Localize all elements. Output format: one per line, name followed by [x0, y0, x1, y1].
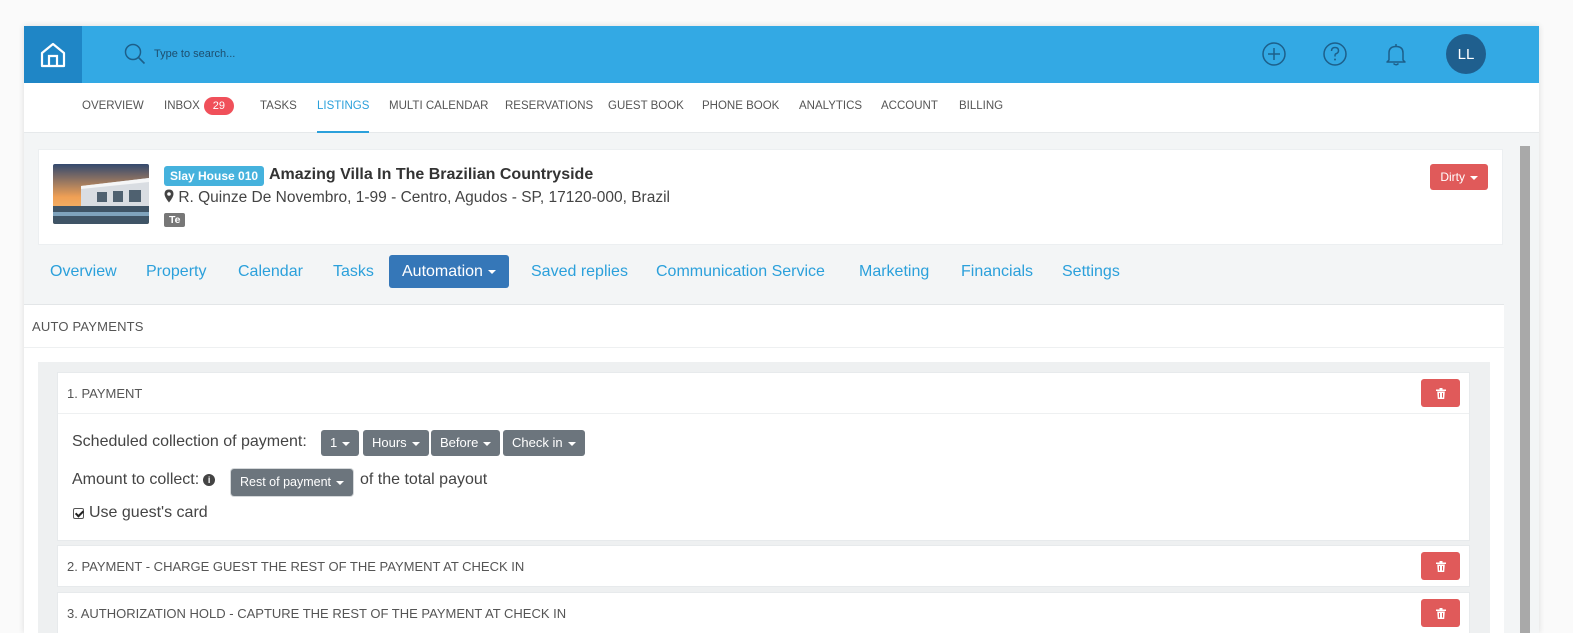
amount-value: Rest of payment — [240, 475, 332, 489]
app-window: LL OVERVIEW INBOX29 TASKS LISTINGS MULTI… — [24, 26, 1539, 633]
listing-photo — [53, 164, 149, 224]
bell-icon — [1386, 44, 1406, 66]
delete-payment-button[interactable] — [1421, 379, 1460, 407]
main-nav: OVERVIEW INBOX 29 TASKS LISTINGS MULTI CA… — [24, 83, 1539, 133]
cleaning-status-label: Dirty — [1440, 170, 1465, 184]
tab-financials[interactable]: Financials — [961, 255, 1033, 288]
caret-down-icon — [1470, 175, 1478, 180]
nav-billing[interactable]: BILLING — [959, 83, 1003, 133]
trash-icon — [1435, 387, 1446, 399]
nav-multi-calendar[interactable]: MULTI CALENDAR — [389, 83, 488, 133]
info-icon[interactable]: i — [203, 474, 216, 486]
home-button[interactable] — [24, 26, 82, 83]
delete-payment-button[interactable] — [1421, 599, 1460, 627]
nav-listings[interactable]: LISTINGS — [317, 83, 370, 133]
tab-automation-label: Automation — [402, 263, 483, 280]
help-icon — [1323, 42, 1347, 66]
panel-title: AUTO PAYMENTS — [32, 319, 144, 334]
add-button[interactable] — [1261, 41, 1287, 67]
schedule-relation-value: Before — [440, 435, 479, 450]
schedule-label: Scheduled collection of payment: — [72, 433, 307, 450]
search-icon — [124, 43, 146, 65]
notifications-button[interactable] — [1383, 41, 1409, 67]
nav-tasks[interactable]: TASKS — [260, 83, 297, 133]
scrollbar-thumb[interactable] — [1520, 146, 1530, 633]
schedule-unit-value: Hours — [372, 435, 407, 450]
caret-down-icon — [336, 480, 345, 485]
nav-inbox[interactable]: INBOX 29 — [164, 83, 235, 133]
listing-address-text: R. Quinze De Novembro, 1-99 - Centro, Ag… — [178, 189, 670, 206]
listing-header: Slay House 010 Amazing Villa In The Braz… — [38, 149, 1503, 245]
use-guest-card-label[interactable]: Use guest's card — [89, 504, 208, 522]
tab-tasks[interactable]: Tasks — [333, 255, 374, 288]
inbox-count-badge: 29 — [203, 96, 235, 115]
divider — [24, 347, 1504, 348]
amount-suffix: of the total payout — [360, 471, 488, 488]
amount-dropdown[interactable]: Rest of payment — [231, 469, 354, 496]
tab-automation[interactable]: Automation — [389, 255, 509, 288]
nav-overview[interactable]: OVERVIEW — [82, 83, 144, 133]
tab-property[interactable]: Property — [146, 255, 206, 288]
search-box — [124, 40, 374, 68]
use-guest-card-checkbox[interactable] — [73, 508, 84, 519]
listing-tabs: Overview Property Calendar Tasks Automat… — [24, 251, 1504, 299]
search-input[interactable] — [154, 48, 374, 60]
listing-address: R. Quinze De Novembro, 1-99 - Centro, Ag… — [164, 189, 670, 207]
nav-phone-book[interactable]: PHONE BOOK — [702, 83, 779, 133]
top-bar: LL — [24, 26, 1539, 83]
nav-inbox-label: INBOX — [164, 100, 200, 112]
help-button[interactable] — [1322, 41, 1348, 67]
tab-settings[interactable]: Settings — [1062, 255, 1120, 288]
avatar[interactable]: LL — [1446, 34, 1486, 74]
payment-title[interactable]: 3. AUTHORIZATION HOLD - CAPTURE THE REST… — [58, 593, 1469, 633]
tab-overview[interactable]: Overview — [50, 255, 117, 288]
caret-down-icon — [483, 441, 492, 446]
schedule-amount-dropdown[interactable]: 1 — [321, 430, 360, 456]
schedule-unit-dropdown[interactable]: Hours — [363, 430, 429, 456]
payment-card-1: 1. PAYMENT Scheduled collection of payme… — [57, 372, 1470, 541]
caret-down-icon — [342, 441, 351, 446]
caret-down-icon — [567, 441, 576, 446]
delete-payment-button[interactable] — [1421, 552, 1460, 580]
nav-guest-book[interactable]: GUEST BOOK — [608, 83, 684, 133]
tab-calendar[interactable]: Calendar — [238, 255, 303, 288]
payment-title[interactable]: 1. PAYMENT — [58, 373, 1469, 414]
tab-saved-replies[interactable]: Saved replies — [531, 255, 628, 288]
amount-label-text: Amount to collect: — [72, 471, 200, 488]
schedule-relation-dropdown[interactable]: Before — [431, 430, 501, 456]
payment-card-2: 2. PAYMENT - CHARGE GUEST THE REST OF TH… — [57, 545, 1470, 587]
caret-down-icon — [411, 441, 420, 446]
cleaning-status-dropdown[interactable]: Dirty — [1430, 164, 1488, 190]
tab-communication-service[interactable]: Communication Service — [656, 255, 825, 288]
tab-marketing[interactable]: Marketing — [859, 255, 929, 288]
plus-circle-icon — [1262, 42, 1286, 66]
schedule-event-dropdown[interactable]: Check in — [503, 430, 585, 456]
payment-card-3: 3. AUTHORIZATION HOLD - CAPTURE THE REST… — [57, 592, 1470, 633]
nav-reservations[interactable]: RESERVATIONS — [505, 83, 593, 133]
trash-icon — [1435, 560, 1446, 572]
trash-icon — [1435, 607, 1446, 619]
caret-down-icon — [487, 269, 496, 274]
listing-tag: Te — [164, 213, 186, 227]
payment-title[interactable]: 2. PAYMENT - CHARGE GUEST THE REST OF TH… — [58, 546, 1469, 587]
amount-label: Amount to collect: i — [72, 471, 216, 489]
listing-id-badge: Slay House 010 — [164, 166, 265, 186]
listing-title: Amazing Villa In The Brazilian Countrysi… — [269, 166, 594, 183]
listing-thumbnail[interactable] — [53, 164, 149, 224]
nav-account[interactable]: ACCOUNT — [881, 83, 938, 133]
payment-list: 1. PAYMENT Scheduled collection of payme… — [38, 362, 1490, 633]
home-icon — [40, 42, 66, 67]
map-marker-icon — [164, 189, 174, 203]
auto-payments-panel: AUTO PAYMENTS 1. PAYMENT Scheduled colle… — [24, 304, 1504, 633]
nav-analytics[interactable]: ANALYTICS — [799, 83, 862, 133]
schedule-event-value: Check in — [512, 435, 563, 450]
schedule-amount-value: 1 — [330, 435, 338, 450]
